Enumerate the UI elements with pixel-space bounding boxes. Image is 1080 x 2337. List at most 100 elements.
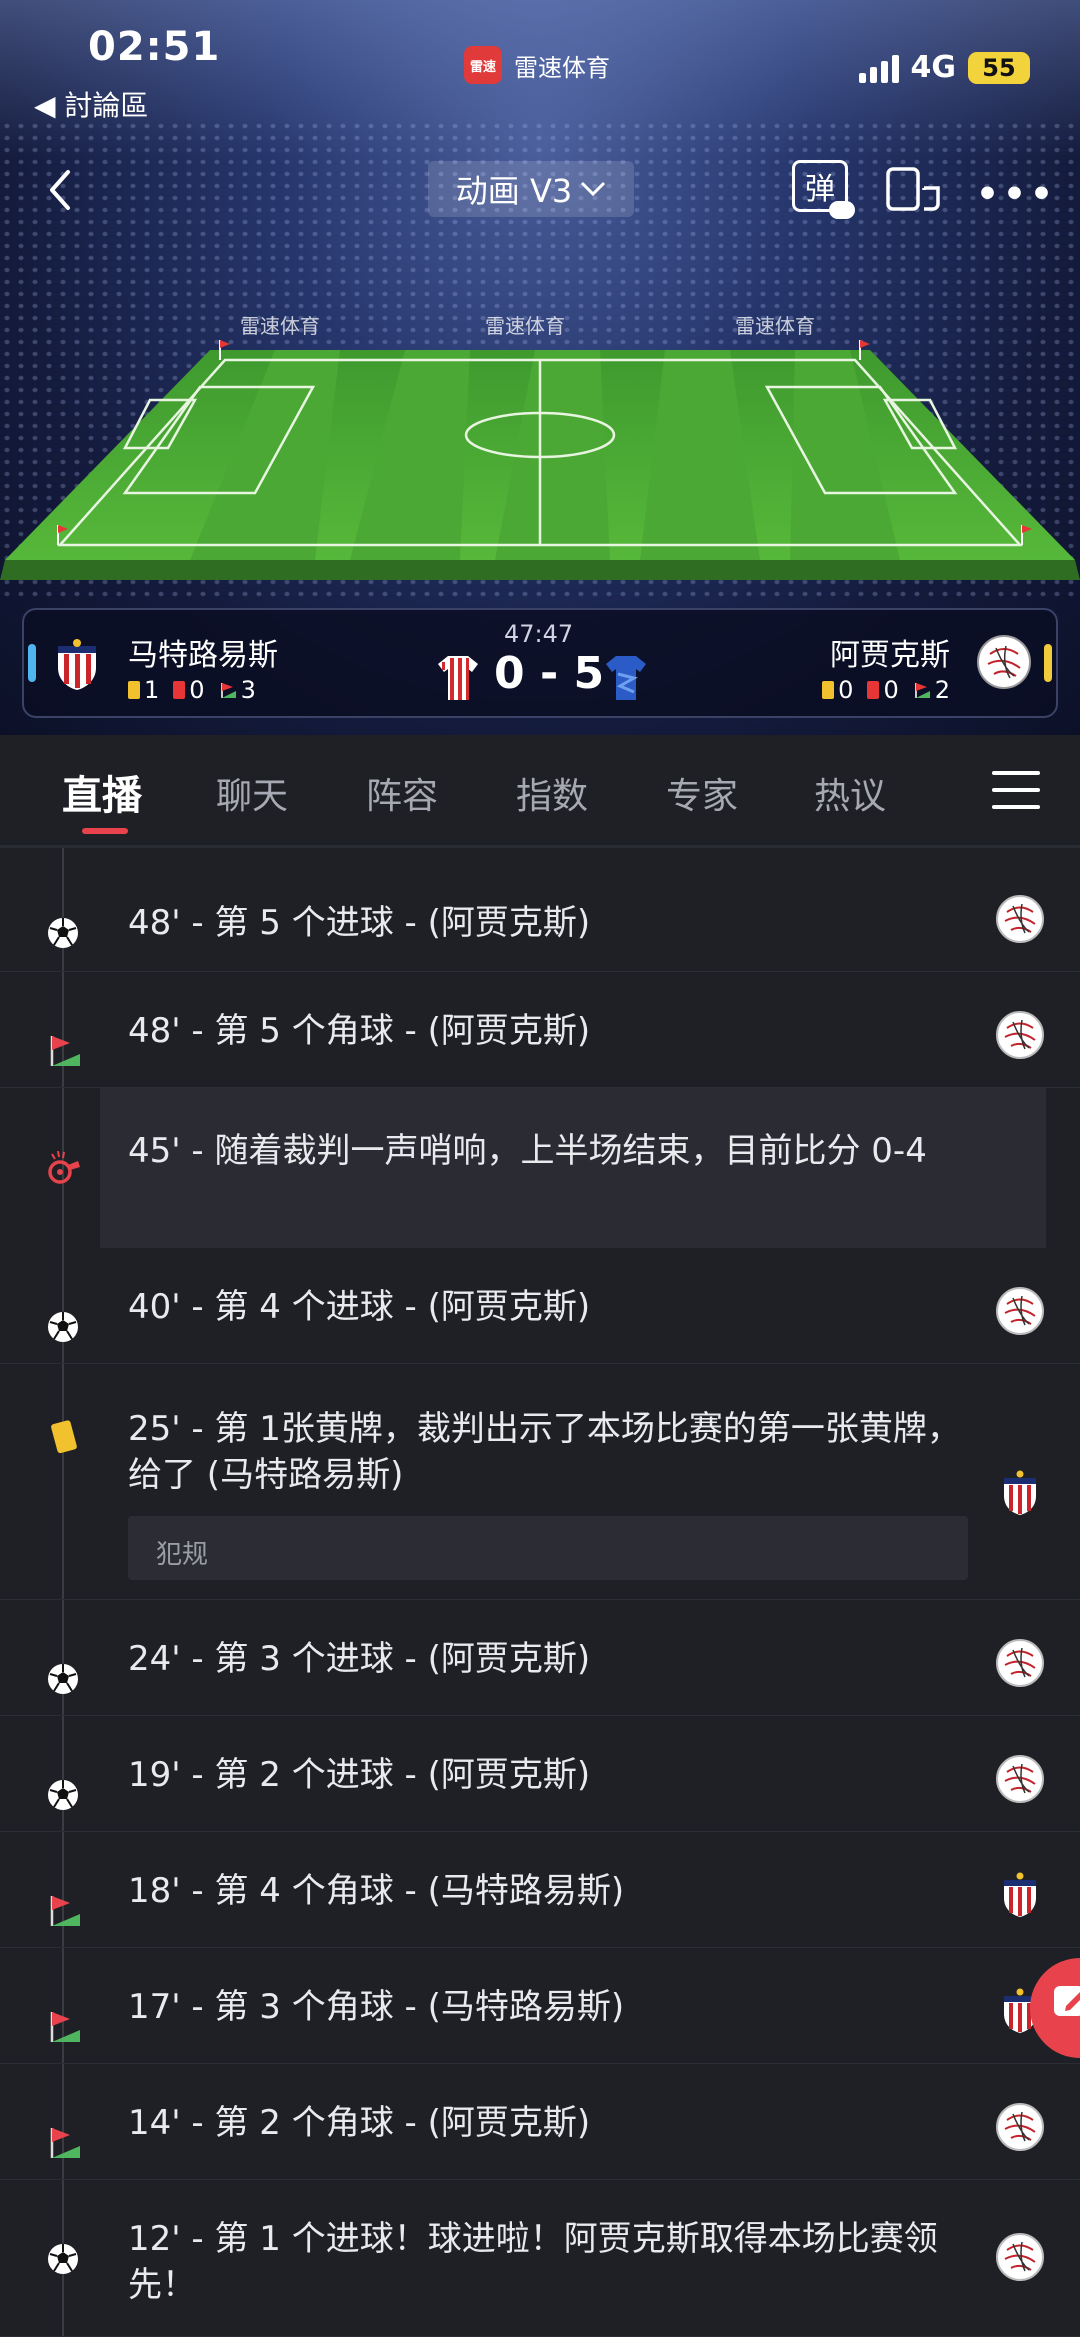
event-row: 45' - 随着裁判一声哨响，上半场结束，目前比分 0-4 bbox=[48, 1088, 1046, 1248]
danmu-toggle-button[interactable]: 弹 bbox=[792, 160, 855, 219]
away-team-crest-icon bbox=[995, 1754, 1045, 1804]
back-to-app-link[interactable]: ◀ 討論區 bbox=[34, 84, 148, 124]
match-score: 0 - 5 bbox=[494, 648, 604, 699]
event-row: 48' - 第 5 个角球 - (阿贾克斯) bbox=[0, 972, 1080, 1088]
whistle-icon bbox=[44, 1148, 82, 1186]
event-note: 犯规 bbox=[128, 1516, 968, 1580]
svg-text:雷速体育: 雷速体育 bbox=[735, 314, 815, 338]
corner-icon bbox=[44, 1032, 82, 1070]
toggle-dot-icon bbox=[829, 201, 855, 219]
home-score: 0 bbox=[494, 648, 525, 699]
red-card-icon bbox=[173, 681, 186, 699]
event-text: 19' - 第 2 个进球 - (阿贾克斯) bbox=[128, 1755, 591, 1795]
event-text: 48' - 第 5 个角球 - (阿贾克斯) bbox=[128, 1011, 591, 1051]
away-team-crest-icon bbox=[977, 635, 1031, 689]
away-red-count: 0 bbox=[883, 676, 899, 704]
home-team-color-marker bbox=[28, 644, 36, 682]
yellow-card-icon bbox=[44, 1418, 82, 1456]
signal-icon bbox=[858, 53, 899, 83]
screen-cast-icon[interactable] bbox=[884, 166, 944, 212]
event-row: 48' - 第 5 个进球 - (阿贾克斯) bbox=[0, 848, 1080, 972]
tab-live[interactable]: 直播 bbox=[62, 763, 142, 821]
animation-version-label: 动画 V3 bbox=[455, 172, 573, 210]
animation-version-selector[interactable]: 动画 V3 bbox=[428, 161, 634, 217]
goal-icon bbox=[44, 1660, 82, 1698]
menu-icon[interactable] bbox=[992, 771, 1040, 809]
tab-discussion[interactable]: 热议 bbox=[814, 767, 886, 819]
active-tab-indicator bbox=[82, 828, 128, 834]
status-indicators: 4G 55 bbox=[858, 50, 1030, 85]
event-row: 40' - 第 4 个进球 - (阿贾克斯) bbox=[0, 1248, 1080, 1364]
away-team-name: 阿贾克斯 bbox=[830, 638, 950, 673]
away-team-crest-icon bbox=[995, 1638, 1045, 1688]
yellow-card-icon bbox=[128, 681, 140, 699]
stadium-animation: 02:51 ◀ 討論區 雷速 雷速体育 4G 55 动画 V3 弹 ••• 雷速… bbox=[0, 0, 1080, 735]
score-separator: - bbox=[539, 648, 559, 699]
home-team-stats: 1 0 3 bbox=[128, 676, 256, 704]
home-red-count: 0 bbox=[189, 676, 205, 704]
corner-flag-icon bbox=[914, 683, 930, 698]
event-row: 24' - 第 3 个进球 - (阿贾克斯) bbox=[0, 1600, 1080, 1716]
tab-experts[interactable]: 专家 bbox=[666, 767, 738, 819]
chevron-down-icon bbox=[581, 181, 606, 197]
away-team-crest-icon bbox=[995, 894, 1045, 944]
network-type: 4G bbox=[910, 50, 957, 85]
away-team-crest-icon bbox=[995, 1286, 1045, 1336]
event-row: 19' - 第 2 个进球 - (阿贾克斯) bbox=[0, 1716, 1080, 1832]
home-team-name: 马特路易斯 bbox=[128, 638, 278, 673]
tab-lineup[interactable]: 阵容 bbox=[366, 767, 438, 819]
event-row: 18' - 第 4 个角球 - (马特路易斯) bbox=[0, 1832, 1080, 1948]
tab-chat[interactable]: 聊天 bbox=[216, 767, 288, 819]
live-match-screen: 02:51 ◀ 討論區 雷速 雷速体育 4G 55 动画 V3 弹 ••• 雷速… bbox=[0, 0, 1080, 2337]
event-row: 17' - 第 3 个角球 - (马特路易斯) bbox=[0, 1948, 1080, 2064]
nav-bar: 动画 V3 弹 ••• bbox=[0, 160, 1080, 220]
away-yellow-count: 0 bbox=[838, 676, 854, 704]
svg-text:雷速体育: 雷速体育 bbox=[485, 314, 565, 338]
away-team-stats: 0 0 2 bbox=[822, 676, 950, 704]
status-time: 02:51 bbox=[88, 24, 221, 70]
red-card-icon bbox=[867, 681, 880, 699]
home-team-crest-icon bbox=[995, 1870, 1045, 1920]
away-kit-icon bbox=[606, 656, 646, 700]
away-score: 5 bbox=[573, 648, 605, 699]
danmu-label: 弹 bbox=[805, 172, 835, 207]
home-yellow-count: 1 bbox=[144, 676, 160, 704]
corner-icon bbox=[44, 1892, 82, 1930]
match-clock: 47:47 bbox=[504, 620, 574, 648]
goal-icon bbox=[44, 1308, 82, 1346]
goal-icon bbox=[44, 1776, 82, 1814]
home-kit-icon bbox=[438, 656, 478, 700]
back-arrow-icon[interactable] bbox=[40, 160, 80, 220]
event-text: 17' - 第 3 个角球 - (马特路易斯) bbox=[128, 1987, 625, 2027]
event-row: 14' - 第 2 个角球 - (阿贾克斯) bbox=[0, 2064, 1080, 2180]
corner-icon bbox=[44, 2008, 82, 2046]
scoreboard: 马特路易斯 1 0 3 47:47 0 - 5 阿贾克斯 0 0 2 bbox=[22, 608, 1058, 718]
app-name: 雷速体育 bbox=[514, 53, 610, 82]
match-tabs: 直播 聊天 阵容 指数 专家 热议 bbox=[0, 735, 1080, 845]
football-pitch: 雷速体育 雷速体育 雷速体育 bbox=[0, 314, 1080, 580]
event-text: 12' - 第 1 个进球！球进啦！阿贾克斯取得本场比赛领先！ bbox=[128, 2219, 938, 2305]
home-team-crest-icon bbox=[995, 1468, 1045, 1518]
event-text: 48' - 第 5 个进球 - (阿贾克斯) bbox=[128, 903, 591, 943]
corner-flag-icon bbox=[220, 683, 236, 698]
edit-icon bbox=[1054, 1986, 1080, 2016]
live-events-feed[interactable]: 48' - 第 5 个进球 - (阿贾克斯) 48' - 第 5 个角球 - (阿… bbox=[0, 848, 1080, 2337]
away-corner-count: 2 bbox=[934, 676, 950, 704]
away-team-crest-icon bbox=[995, 1010, 1045, 1060]
app-indicator: 雷速 雷速体育 bbox=[464, 46, 610, 84]
event-row: 25' - 第 1张黄牌，裁判出示了本场比赛的第一张黄牌，给了 (马特路易斯) 犯… bbox=[0, 1364, 1080, 1600]
away-team-color-marker bbox=[1044, 644, 1052, 682]
event-row: 12' - 第 1 个进球！球进啦！阿贾克斯取得本场比赛领先！ bbox=[0, 2180, 1080, 2337]
more-options-icon[interactable]: ••• bbox=[976, 174, 1057, 215]
away-team-crest-icon bbox=[995, 2102, 1045, 2152]
event-text: 24' - 第 3 个进球 - (阿贾克斯) bbox=[128, 1639, 591, 1679]
svg-text:雷速体育: 雷速体育 bbox=[240, 314, 320, 338]
battery-icon: 55 bbox=[968, 51, 1030, 84]
event-text: 40' - 第 4 个进球 - (阿贾克斯) bbox=[128, 1287, 591, 1327]
corner-icon bbox=[44, 2124, 82, 2162]
goal-icon bbox=[44, 2240, 82, 2278]
home-corner-count: 3 bbox=[240, 676, 256, 704]
app-logo-icon: 雷速 bbox=[464, 46, 502, 84]
event-text: 25' - 第 1张黄牌，裁判出示了本场比赛的第一张黄牌，给了 (马特路易斯) bbox=[128, 1409, 961, 1495]
tab-odds[interactable]: 指数 bbox=[516, 767, 588, 819]
